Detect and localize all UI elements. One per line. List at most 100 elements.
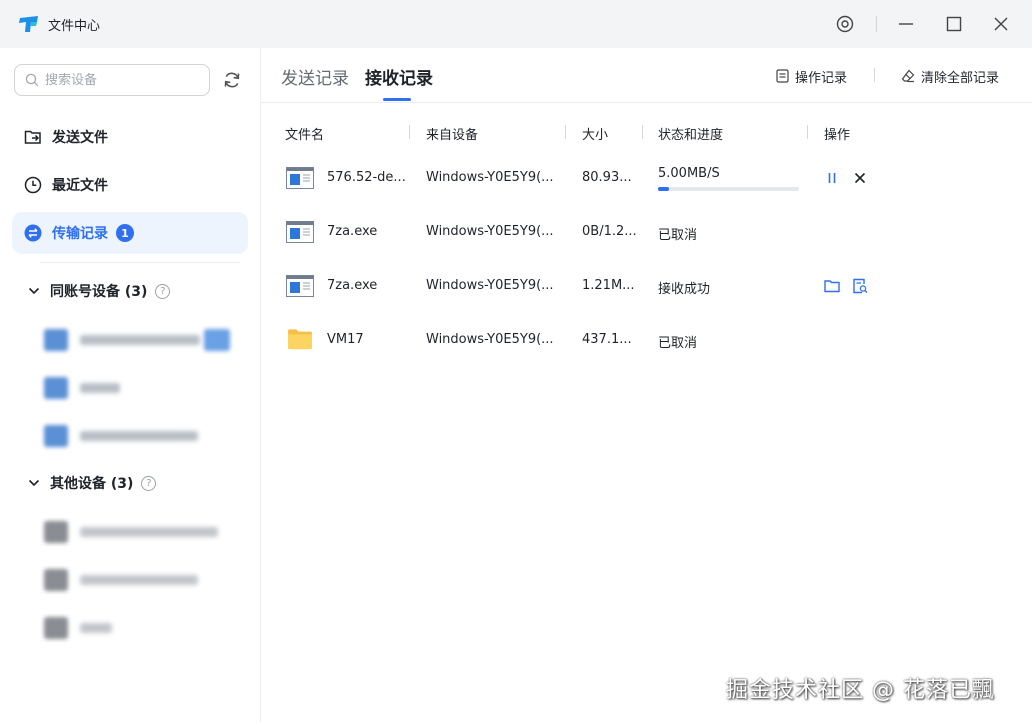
- file-name: 7za.exe: [327, 278, 378, 293]
- source-device: Windows-Y0E5Y9(...: [426, 332, 554, 347]
- clock-icon: [24, 176, 42, 194]
- maximize-button[interactable]: [938, 8, 970, 40]
- table-row[interactable]: VM17 Windows-Y0E5Y9(... 437.1... 已取消: [261, 313, 1032, 367]
- cancel-button[interactable]: [851, 169, 869, 187]
- minimize-button[interactable]: [890, 8, 922, 40]
- refresh-icon: [224, 72, 240, 88]
- active-tab-indicator: [383, 98, 411, 101]
- close-button[interactable]: [985, 8, 1017, 40]
- table-row[interactable]: 7za.exe Windows-Y0E5Y9(... 0B/1.2... 已取消: [261, 205, 1032, 259]
- device-icon: [44, 569, 68, 591]
- file-size: 1.21M...: [582, 278, 635, 293]
- log-icon: [776, 69, 789, 83]
- column-separator: [565, 125, 566, 139]
- column-header-device[interactable]: 来自设备: [426, 124, 478, 143]
- transfer-status: 已取消: [658, 336, 698, 351]
- device-name-blurred: [80, 575, 198, 585]
- search-input[interactable]: [45, 72, 195, 88]
- table-row[interactable]: 576.52-de... Windows-Y0E5Y9(... 80.93...…: [261, 151, 1032, 205]
- source-device: Windows-Y0E5Y9(...: [426, 278, 554, 293]
- device-icon: [44, 521, 68, 543]
- nav-recent-files[interactable]: 最近文件: [12, 164, 248, 206]
- minimize-icon: [899, 23, 913, 25]
- view-file-icon: [853, 278, 868, 294]
- tab-bar: 发送记录 接收记录 操作记录 清除全部记录: [261, 48, 1032, 103]
- search-icon: [25, 73, 39, 87]
- file-size: 437.1...: [582, 332, 632, 347]
- operation-log-button[interactable]: 操作记录: [776, 66, 847, 86]
- transfer-status: 已取消: [658, 228, 698, 243]
- send-file-icon: [24, 130, 41, 144]
- window-title: 文件中心: [48, 19, 101, 34]
- nav-send-file[interactable]: 发送文件: [12, 116, 248, 158]
- column-header-size[interactable]: 大小: [582, 124, 608, 143]
- close-icon: [854, 172, 866, 184]
- eraser-icon: [901, 69, 915, 83]
- nav-send-file-label: 发送文件: [52, 130, 108, 146]
- device-status-icon: [204, 329, 230, 351]
- device-search[interactable]: [14, 64, 210, 96]
- file-size: 0B/1.2...: [582, 224, 637, 239]
- exe-file-icon: [286, 221, 314, 243]
- clear-all-records-button[interactable]: 清除全部记录: [901, 66, 999, 86]
- device-item[interactable]: [44, 422, 198, 450]
- progress-fill: [658, 187, 670, 191]
- exe-file-icon: [286, 275, 314, 297]
- device-item[interactable]: [44, 614, 112, 642]
- watermark: 掘金技术社区 @ 花落已飄: [726, 678, 995, 703]
- group-other-devices-label: 其他设备 (3): [50, 476, 134, 492]
- device-item[interactable]: [44, 518, 218, 546]
- maximize-icon: [946, 16, 962, 32]
- app-logo-icon: [19, 16, 38, 32]
- device-item[interactable]: [44, 326, 230, 354]
- pause-button[interactable]: [823, 169, 841, 187]
- folder-icon: [288, 329, 312, 350]
- toolbar-separator: [874, 68, 875, 82]
- transfer-speed: 5.00MB/S: [658, 166, 720, 181]
- tab-sent-records[interactable]: 发送记录: [281, 64, 349, 89]
- source-device: Windows-Y0E5Y9(...: [426, 224, 554, 239]
- title-bar: 文件中心: [0, 0, 1032, 48]
- source-device: Windows-Y0E5Y9(...: [426, 170, 554, 185]
- refresh-button[interactable]: [220, 68, 244, 92]
- device-name-blurred: [80, 431, 198, 441]
- device-name-blurred: [80, 383, 120, 393]
- help-icon[interactable]: ?: [141, 475, 157, 491]
- column-separator: [807, 125, 808, 139]
- nav-transfer-records-label: 传输记录: [52, 226, 108, 242]
- titlebar-separator: [876, 16, 877, 32]
- close-icon: [994, 17, 1008, 31]
- open-folder-button[interactable]: [823, 277, 841, 295]
- exe-file-icon: [286, 167, 314, 189]
- group-same-account[interactable]: 同账号设备 (3) ?: [28, 279, 171, 303]
- device-item[interactable]: [44, 374, 120, 402]
- settings-icon: [836, 15, 854, 33]
- device-item[interactable]: [44, 566, 198, 594]
- device-name-blurred: [80, 527, 218, 537]
- settings-button[interactable]: [829, 8, 861, 40]
- main-panel: 发送记录 接收记录 操作记录 清除全部记录 文件名 来自设备 大小 状态和进度 …: [261, 48, 1032, 722]
- column-header-status[interactable]: 状态和进度: [658, 124, 723, 143]
- operation-log-label: 操作记录: [795, 70, 848, 86]
- view-file-button[interactable]: [851, 277, 869, 295]
- chevron-down-icon: [28, 287, 40, 295]
- nav-transfer-records[interactable]: 传输记录 1: [12, 212, 248, 254]
- tab-received-records[interactable]: 接收记录: [365, 64, 433, 89]
- column-header-actions: 操作: [824, 128, 851, 143]
- file-name: VM17: [327, 332, 364, 347]
- column-separator: [642, 125, 643, 139]
- device-icon: [44, 329, 68, 351]
- group-other-devices[interactable]: 其他设备 (3) ?: [28, 471, 157, 495]
- open-folder-icon: [824, 280, 840, 293]
- column-header-filename[interactable]: 文件名: [285, 124, 324, 143]
- clear-all-records-label: 清除全部记录: [921, 70, 1000, 86]
- progress-bar: [658, 187, 799, 191]
- sidebar: 发送文件 最近文件 传输记录 1 同账号设备 (3) ?: [0, 48, 261, 722]
- transfer-icon: [24, 224, 42, 242]
- unread-badge: 1: [116, 224, 134, 242]
- column-separator: [409, 125, 410, 139]
- table-row[interactable]: 7za.exe Windows-Y0E5Y9(... 1.21M... 接收成功: [261, 259, 1032, 313]
- transfer-status: 接收成功: [658, 282, 711, 297]
- help-icon[interactable]: ?: [155, 283, 171, 299]
- file-size: 80.93...: [582, 170, 632, 185]
